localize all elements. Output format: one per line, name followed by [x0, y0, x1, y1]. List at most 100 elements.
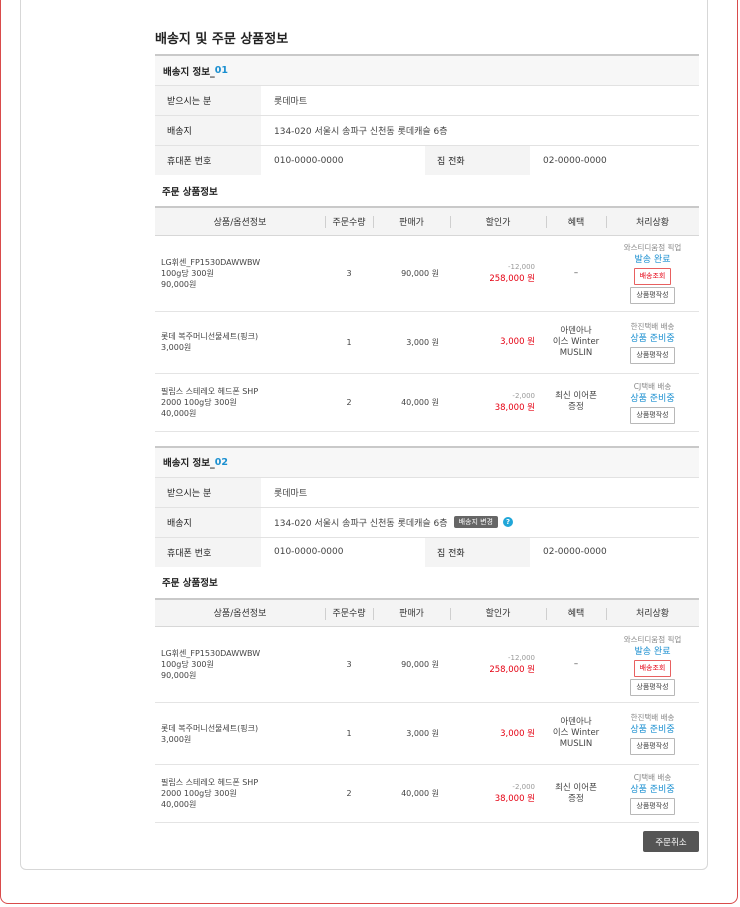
product-info: 롯데 복주머니선물세트(핑크) 3,000원: [155, 702, 325, 765]
table-row: 필립스 스테레오 헤드폰 SHP 2000 100g당 300원 40,000원 2 4…: [155, 373, 699, 432]
home-phone-label: 집 전화: [425, 537, 530, 567]
page-title: 배송지 및 주문 상품정보: [155, 32, 289, 47]
product-info-line: 90,000원: [161, 279, 197, 289]
product-info: LG휘센_FP1530DAWWBW 100g당 300원 90,000원: [155, 235, 325, 312]
recipient-row: 받으시는 분 롯데마트: [155, 476, 699, 507]
product-info-line: 필립스 스테레오 헤드폰 SHP: [161, 386, 259, 396]
final-price: 38,000 원: [494, 794, 535, 804]
shipment-list: 배송지 정보_ 01 받으시는 분 롯데마트 배송지 134-020 서울시 송파구 신천…: [155, 54, 699, 823]
benefit: 최신 이어폰 증정: [546, 764, 606, 823]
address-value: 134-020 서울시 송파구 신천동 롯데캐슬 6층: [274, 127, 448, 137]
product-info-line: 3,000원: [161, 734, 192, 744]
product-info-line: 2000 100g당 300원: [161, 397, 237, 407]
write-review-button[interactable]: 상품평작성: [630, 738, 675, 755]
product-info-line: 40,000원: [161, 800, 197, 809]
table-row: LG휘센_FP1530DAWWBW 100g당 300원 90,000원 3 90,00…: [155, 235, 699, 312]
delivery-method: CJ택배 배송: [633, 381, 672, 391]
discount-price: 3,000 원: [450, 311, 546, 374]
column-header: 판매가: [373, 206, 450, 236]
product-info: 필립스 스테레오 헤드폰 SHP 2000 100g당 300원 40,000원: [155, 764, 325, 823]
column-header: 할인가: [450, 206, 546, 236]
order-products-title: 주문 상품정보: [162, 578, 218, 589]
product-info-line: 필립스 스테레오 헤드폰 SHP: [161, 778, 259, 787]
address-label: 배송지: [155, 507, 261, 537]
shipment-number: 02: [214, 456, 228, 468]
product-info-line: LG휘센_FP1530DAWWBW: [161, 649, 261, 658]
product-info-line: 롯데 복주머니선물세트(핑크): [161, 332, 259, 341]
address-value: 134-020 서울시 송파구 신천동 롯데캐슬 6층: [274, 518, 448, 529]
order-quantity: 3: [325, 235, 373, 312]
recipient-value: 롯데마트: [274, 97, 308, 107]
delivery-method: 한진택배 배송: [630, 713, 675, 722]
benefit: 아덴아나 이스 Winter MUSLIN: [546, 311, 606, 374]
mobile-value: 010-0000-0000: [274, 155, 344, 166]
status-text: 상품 준비중: [630, 393, 675, 404]
write-review-button[interactable]: 상품평작성: [630, 406, 675, 424]
sale-price: 40,000 원: [373, 373, 450, 432]
write-review-button[interactable]: 상품평작성: [630, 678, 675, 696]
shipment-block: 배송지 정보_ 01 받으시는 분 롯데마트 배송지 134-020 서울시 송파구 신천…: [155, 54, 699, 446]
product-info-line: 롯데 복주머니선물세트(핑크): [161, 723, 259, 733]
write-review-button[interactable]: 상품평작성: [630, 287, 675, 304]
home-phone-value: 02-0000-0000: [543, 547, 607, 557]
product-info: 롯데 복주머니선물세트(핑크) 3,000원: [155, 311, 325, 374]
column-header: 할인가: [450, 597, 546, 627]
track-delivery-button[interactable]: 배송조회: [633, 659, 672, 677]
discount-price: -12,000 258,000 원: [450, 235, 546, 312]
order-products-title: 주문 상품정보: [162, 186, 218, 198]
help-icon[interactable]: ?: [503, 517, 513, 527]
benefit: –: [546, 235, 606, 312]
final-price: 258,000 원: [489, 665, 535, 675]
sale-price: 90,000 원: [373, 235, 450, 312]
shipment-header: 배송지 정보_ 02: [155, 445, 699, 477]
discount-price: -12,000 258,000 원: [450, 626, 546, 703]
product-info-line: 100g당 300원: [161, 660, 214, 669]
processing-status: 한진택배 배송 상품 준비중 상품평작성: [606, 702, 699, 765]
order-quantity: 1: [325, 702, 373, 765]
address-row: 배송지 134-020 서울시 송파구 신천동 롯데캐슬 6층: [155, 115, 699, 145]
column-header: 혜택: [546, 597, 606, 627]
address-cell: 134-020 서울시 송파구 신천동 롯데캐슬 6층 배송지 변경?: [261, 508, 513, 537]
product-info-line: 90,000원: [161, 671, 197, 680]
sale-price: 40,000 원: [373, 764, 450, 823]
recipient-label: 받으시는 분: [155, 477, 261, 507]
processing-status: 와스티디움점 픽업 발송 완료 배송조회 상품평작성: [606, 626, 699, 703]
product-info: LG휘센_FP1530DAWWBW 100g당 300원 90,000원: [155, 626, 325, 703]
benefit: 최신 이어폰 증정: [546, 373, 606, 432]
discount-amount: -2,000: [512, 783, 535, 791]
order-items-table: 상품/옵션정보 주문수량 판매가 할인가 혜택 처리상황 LG휘센_FP1530DAWWBW…: [155, 206, 699, 432]
shipment-header: 배송지 정보_ 01: [155, 54, 699, 85]
delivery-method: 와스티디움점 픽업: [623, 243, 682, 252]
discount-price: 3,000 원: [450, 702, 546, 765]
shipment-number: 01: [214, 65, 228, 76]
product-info-line: 100g당 300원: [161, 268, 214, 278]
column-header: 주문수량: [325, 206, 373, 236]
change-address-button[interactable]: 배송지 변경: [453, 515, 498, 529]
discount-amount: -12,000: [507, 262, 535, 271]
order-quantity: 1: [325, 311, 373, 374]
discount-amount: -12,000: [507, 654, 535, 662]
address-row: 배송지 134-020 서울시 송파구 신천동 롯데캐슬 6층 배송지 변경?: [155, 506, 699, 537]
order-detail: 배송지 및 주문 상품정보 배송지 정보_ 01 받으시는 분 롯데마트 배송지 134-…: [155, 28, 699, 823]
benefit: 아덴아나 이스 Winter MUSLIN: [546, 702, 606, 765]
product-info-line: LG휘센_FP1530DAWWBW: [161, 257, 261, 267]
column-header: 처리상황: [606, 206, 699, 236]
home-phone-value: 02-0000-0000: [543, 155, 607, 166]
delivery-method: CJ택배 배송: [633, 773, 672, 782]
order-quantity: 3: [325, 626, 373, 703]
benefit: –: [546, 626, 606, 703]
final-price: 258,000 원: [489, 273, 535, 284]
column-header: 상품/옵션정보: [155, 597, 325, 627]
track-delivery-button[interactable]: 배송조회: [633, 268, 672, 285]
sale-price: 3,000 원: [373, 702, 450, 765]
product-info-line: 3,000원: [161, 343, 192, 352]
status-text: 발송 완료: [634, 255, 671, 265]
cancel-order-button[interactable]: 주문취소: [643, 831, 699, 852]
column-header: 상품/옵션정보: [155, 206, 325, 236]
product-info: 필립스 스테레오 헤드폰 SHP 2000 100g당 300원 40,000원: [155, 373, 325, 432]
order-quantity: 2: [325, 373, 373, 432]
phone-row: 휴대폰 번호 010-0000-0000 집 전화 02-0000-0000: [155, 145, 699, 175]
write-review-button[interactable]: 상품평작성: [630, 346, 675, 364]
phone-row: 휴대폰 번호 010-0000-0000 집 전화 02-0000-0000: [155, 536, 699, 567]
write-review-button[interactable]: 상품평작성: [630, 798, 675, 815]
